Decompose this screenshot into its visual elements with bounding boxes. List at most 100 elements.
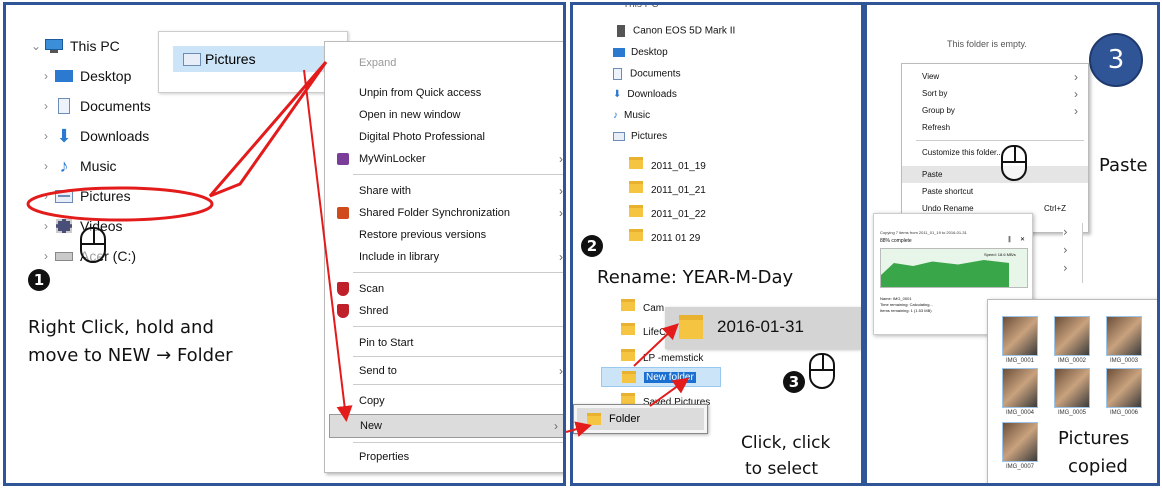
chevron-right-icon: › — [44, 159, 48, 173]
copied-pictures-view: IMG_0001 IMG_0002 IMG_0003 IMG_0004 IMG_… — [987, 299, 1157, 483]
chevron-right-icon: › — [44, 219, 48, 233]
step-2-badge: 2 — [581, 235, 603, 257]
chevron-right-icon: › — [44, 189, 48, 203]
menu-item-send-to[interactable]: Send to › — [325, 360, 563, 382]
menu-separator — [353, 356, 563, 357]
shortcut-label: Ctrl+Z — [1044, 204, 1066, 213]
tree-item-this-pc[interactable]: This PC — [623, 5, 659, 10]
pause-icon[interactable]: ‖ — [1008, 236, 1011, 243]
menu-item-include-library[interactable]: Include in library › — [325, 246, 563, 268]
tree-item-new-folder[interactable]: New folder — [601, 367, 721, 387]
menu-item-new[interactable]: New › — [329, 414, 563, 438]
chevron-right-icon: › — [44, 99, 48, 113]
mouse-icon — [1001, 145, 1027, 181]
chevron-right-icon: › — [44, 129, 48, 143]
submenu-folder-label: Folder — [609, 413, 641, 425]
thumbnail[interactable] — [1002, 368, 1038, 408]
tree-item-canon[interactable]: Canon EOS 5D Mark II — [617, 25, 735, 37]
tree-item-folder-4[interactable]: 2011 01 29 — [629, 229, 700, 244]
music-note-icon: ♪ — [59, 156, 69, 176]
instruction-text-line2: move to NEW → Folder — [28, 345, 233, 366]
download-arrow-icon: ⬇ — [56, 126, 72, 146]
menu-item-paste-shortcut[interactable]: Paste shortcut — [902, 183, 1088, 200]
thumbnail[interactable] — [1002, 316, 1038, 356]
tree-label: This PC — [70, 38, 120, 54]
step-1-badge: 1 — [28, 269, 50, 291]
menu-item-pin-start[interactable]: Pin to Start — [325, 332, 563, 354]
rename-field[interactable]: 2016-01-31 — [717, 317, 804, 337]
menu-item-properties[interactable]: Properties — [325, 446, 563, 468]
pictures-icon — [613, 131, 625, 141]
copied-instruction-line1: Pictures — [1058, 428, 1130, 449]
close-icon[interactable]: ✕ — [1020, 236, 1025, 243]
menu-item-shred[interactable]: Shred — [325, 300, 563, 322]
submenu-item-folder[interactable]: Folder — [577, 408, 704, 430]
menu-item-refresh[interactable]: Refresh — [902, 119, 1088, 136]
videos-icon — [54, 218, 74, 234]
copy-time: Time remaining: Calculating... — [880, 302, 933, 307]
rename-popup: 2016-01-31 — [665, 307, 861, 349]
menu-item-open-new-window[interactable]: Open in new window — [325, 104, 563, 126]
menu-item-expand[interactable]: Expand — [325, 52, 563, 74]
tree-item-folder-2[interactable]: 2011_01_21 — [629, 181, 706, 196]
thumbnail-label: IMG_0007 — [1005, 464, 1035, 470]
tree-item-pictures[interactable]: › Pictures — [38, 183, 131, 209]
desktop-folder-icon — [54, 68, 74, 84]
folder-icon — [622, 371, 636, 383]
tree-item-music[interactable]: ♪ Music — [613, 110, 650, 121]
folder-icon — [587, 413, 601, 425]
tree-item-documents[interactable]: Documents — [613, 68, 681, 80]
tree-item-desktop[interactable]: Desktop — [613, 47, 668, 58]
menu-item-shared-folder-sync[interactable]: Shared Folder Synchronization › — [325, 202, 563, 224]
thumbnail[interactable] — [1002, 422, 1038, 462]
tree-label: Pictures — [80, 188, 131, 204]
pictures-popup-item[interactable]: Pictures — [173, 46, 335, 72]
folder-icon — [621, 349, 635, 361]
nav-tree-2: This PC Canon EOS 5D Mark II Desktop Doc… — [585, 5, 805, 305]
click-instruction-line1: Click, click — [741, 433, 831, 453]
menu-item-unpin[interactable]: Unpin from Quick access — [325, 82, 563, 104]
thumbnail-label: IMG_0004 — [1005, 410, 1035, 416]
menu-item-mywinlocker[interactable]: MyWinLocker › — [325, 148, 563, 170]
tree-item-documents[interactable]: › Documents — [38, 93, 151, 119]
tree-item-desktop[interactable]: › Desktop — [38, 63, 131, 89]
menu-item-digital-photo[interactable]: Digital Photo Professional — [325, 126, 563, 148]
desktop-folder-icon — [613, 47, 625, 57]
tree-item-music[interactable]: › ♪ Music — [38, 153, 117, 179]
tree-item-downloads[interactable]: ⬇ Downloads — [613, 89, 677, 100]
thumbnail[interactable] — [1054, 368, 1090, 408]
menu-item-scan[interactable]: Scan — [325, 278, 563, 300]
menu-item-view[interactable]: View › — [902, 68, 1088, 85]
thumbnail[interactable] — [1054, 316, 1090, 356]
menu-item-copy[interactable]: Copy — [325, 390, 563, 412]
tree-item-folder-3[interactable]: 2011_01_22 — [629, 205, 706, 220]
copy-items: Items remaining: 1 (1.53 MB) — [880, 308, 932, 313]
chevron-right-icon: › — [559, 184, 563, 198]
thumbnail[interactable] — [1106, 316, 1142, 356]
menu-item-customize[interactable]: Customize this folder... — [902, 144, 1088, 161]
paste-instruction: Paste — [1099, 155, 1148, 176]
thumbnail[interactable] — [1106, 368, 1142, 408]
pictures-icon — [183, 53, 201, 66]
copied-instruction-line2: copied — [1068, 456, 1128, 477]
mouse-icon — [809, 353, 835, 389]
tree-item-pictures[interactable]: Pictures — [613, 131, 667, 142]
tree-item-lp-memstick[interactable]: LP -memstick — [621, 349, 703, 364]
menu-item-restore-versions[interactable]: Restore previous versions — [325, 224, 563, 246]
tree-item-downloads[interactable]: › ⬇ Downloads — [38, 123, 149, 149]
tree-item-lifec[interactable]: LifeC — [621, 323, 666, 338]
tree-item-cam[interactable]: Cam — [621, 299, 664, 314]
pictures-icon — [54, 188, 74, 204]
menu-item-sort-by[interactable]: Sort by › — [902, 85, 1088, 102]
tree-label: Downloads — [80, 128, 150, 144]
menu-separator — [353, 384, 563, 385]
menu-item-paste[interactable]: Paste — [902, 166, 1088, 183]
chevron-right-icon: › — [1074, 103, 1078, 118]
tree-label: Music — [80, 158, 117, 174]
chevron-right-icon: › — [554, 419, 558, 433]
tree-item-this-pc[interactable]: ⌄ This PC — [28, 33, 120, 59]
menu-item-share-with[interactable]: Share with › — [325, 180, 563, 202]
menu-item-group-by[interactable]: Group by › — [902, 102, 1088, 119]
tree-item-folder-1[interactable]: 2011_01_19 — [629, 157, 706, 172]
monitor-icon — [44, 38, 64, 54]
